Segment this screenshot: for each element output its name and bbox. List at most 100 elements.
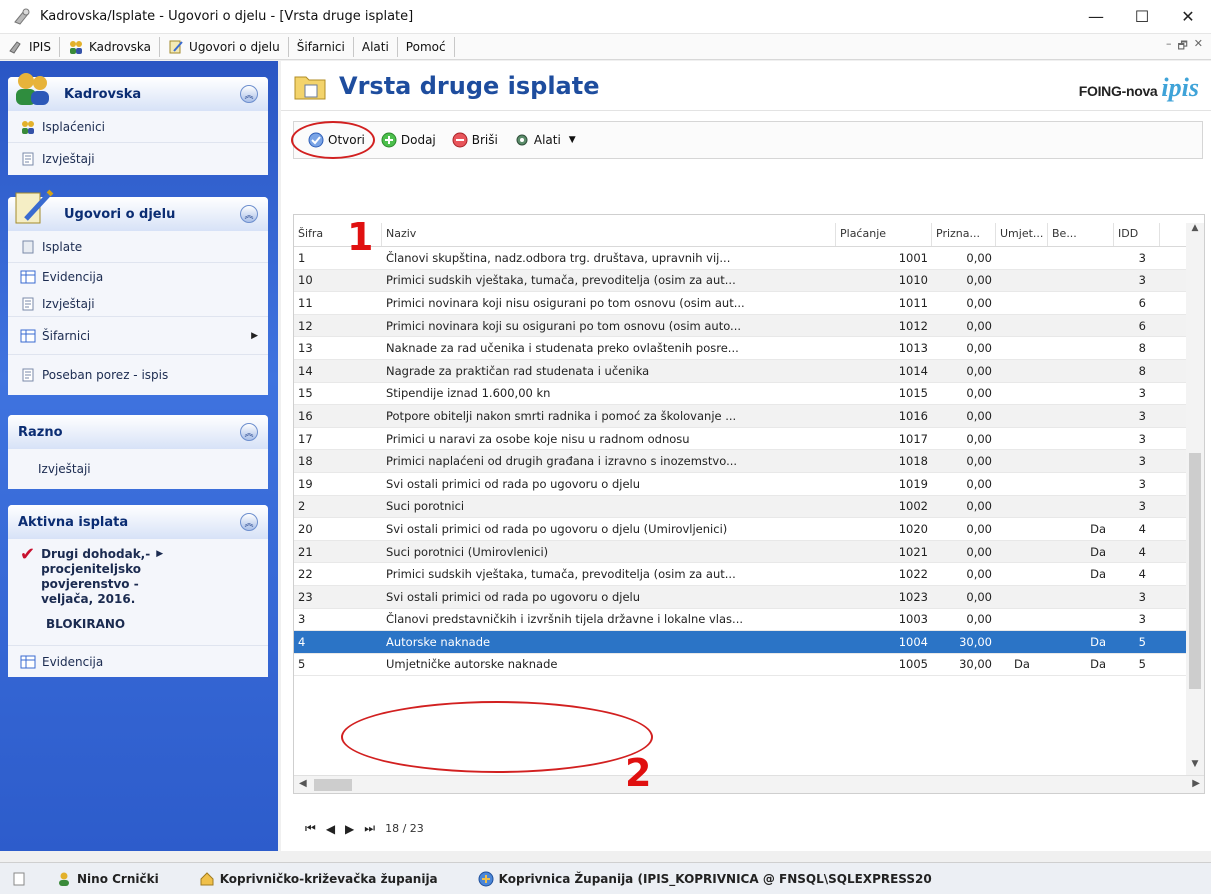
table-row[interactable]: 1 Članovi skupština, nadz.odbora trg. dru… — [294, 247, 1188, 270]
table-row[interactable]: 10 Primici sudskih vještaka, tumača, prev… — [294, 269, 1188, 293]
table-row[interactable]: 3 Članovi predstavničkih i izvršnih tijel… — [294, 609, 1188, 632]
collapse-icon[interactable]: ︽ — [240, 205, 258, 223]
column-umjetnicke[interactable]: Umjet... — [996, 223, 1048, 246]
scroll-thumb[interactable] — [1189, 453, 1201, 689]
cell-naziv: Primici u naravi za osobe koje nisu u ra… — [386, 431, 690, 446]
sidebar-item-evidencija-aktivna[interactable]: Evidencija — [8, 645, 268, 677]
cell-idd: 6 — [1138, 318, 1146, 333]
minimize-button[interactable]: — — [1073, 0, 1119, 34]
report-icon — [22, 368, 34, 382]
table-row[interactable]: 16 Potpore obitelji nakon smrti radnika i… — [294, 405, 1188, 428]
dropdown-arrow-icon[interactable]: ▼ — [569, 135, 576, 145]
cell-naziv: Umjetničke autorske naknade — [386, 657, 558, 672]
cell-naziv: Autorske naknade — [386, 634, 491, 649]
cell-sifra: 11 — [298, 295, 313, 310]
table-row[interactable]: 15 Stipendije iznad 1.600,00 kn 1015 0,00 3 — [294, 383, 1188, 406]
table-row[interactable]: 5 Umjetničke autorske naknade 1005 30,00 Da D… — [294, 654, 1188, 677]
table-row[interactable]: 12 Primici novinara koji su osigurani po … — [294, 314, 1188, 338]
table-row[interactable]: 21 Suci porotnici (Umirovlenici) 1021 0,00 D… — [294, 540, 1188, 564]
table-row[interactable]: 19 Svi ostali primici od rada po ugovoru … — [294, 473, 1188, 496]
table-row[interactable]: 23 Svi ostali primici od rada po ugovoru … — [294, 585, 1188, 609]
horizontal-scrollbar[interactable]: ◀ ▶ — [294, 775, 1204, 793]
sidebar-item-isplacenici[interactable]: Isplaćenici — [8, 111, 268, 143]
scroll-left-icon[interactable]: ◀ — [299, 778, 307, 789]
collapse-icon[interactable]: ︽ — [240, 513, 258, 531]
title-bar: Kadrovska/Isplate - Ugovori o djelu - [V… — [0, 0, 1211, 34]
vertical-scrollbar[interactable]: ▲ ▼ — [1186, 223, 1204, 775]
sidebar-item-izvjestaji-ugovori[interactable]: Izvještaji — [8, 291, 268, 317]
group-kadrovska-header[interactable]: Kadrovska ︽ — [8, 73, 268, 111]
scroll-thumb-horizontal[interactable] — [314, 779, 352, 791]
scroll-up-icon[interactable]: ▲ — [1186, 223, 1204, 239]
mdi-minimize-button[interactable]: – — [1166, 37, 1172, 56]
delete-button[interactable]: Briši — [446, 127, 504, 153]
table-row[interactable]: 20 Svi ostali primici od rada po ugovoru … — [294, 518, 1188, 541]
column-priznati[interactable]: Prizna... — [932, 223, 996, 246]
table-row[interactable]: 2 Suci porotnici 1002 0,00 3 — [294, 495, 1188, 519]
sidebar-item-poseban-porez[interactable]: Poseban porez - ispis — [8, 355, 268, 395]
last-record-button[interactable]: ⏭ — [364, 821, 375, 836]
cell-sifra: 14 — [298, 363, 313, 378]
table-row[interactable]: 11 Primici novinara koji nisu osigurani p… — [294, 292, 1188, 315]
collapse-icon[interactable]: ︽ — [240, 423, 258, 441]
group-aktivna-header[interactable]: Aktivna isplata ︽ — [8, 505, 268, 539]
cell-placanje: 1023 — [898, 589, 928, 604]
table-row[interactable]: 4 Autorske naknade 1004 30,00 Da 5 — [294, 631, 1188, 654]
mdi-close-button[interactable]: ✕ — [1194, 37, 1203, 56]
table-row[interactable]: 18 Primici naplaćeni od drugih građana i … — [294, 450, 1188, 473]
tools-button[interactable]: Alati ▼ — [508, 127, 582, 153]
sidebar-item-sifarnici[interactable]: Šifarnici ▶ — [8, 317, 268, 355]
collapse-icon[interactable]: ︽ — [240, 85, 258, 103]
column-naziv[interactable]: Naziv — [382, 223, 836, 246]
table-row[interactable]: 22 Primici sudskih vještaka, tumača, prev… — [294, 563, 1188, 586]
sidebar-item-izvjestaji[interactable]: Izvještaji — [8, 143, 268, 175]
cell-priznati: 0,00 — [966, 295, 992, 310]
next-record-button[interactable]: ▶ — [345, 822, 354, 836]
cell-idd: 3 — [1138, 476, 1146, 491]
sidebar-item-izvjestaji-razno[interactable]: Izvještaji — [8, 449, 268, 489]
sidebar-item-evidencija[interactable]: Evidencija — [8, 263, 268, 291]
cell-idd: 3 — [1138, 454, 1146, 469]
column-idd[interactable]: IDD — [1114, 223, 1160, 246]
cell-naziv: Članovi skupština, nadz.odbora trg. druš… — [386, 250, 731, 265]
table-row[interactable]: 14 Nagrade za praktičan rad studenata i u… — [294, 359, 1188, 383]
annotation-number-2: 2 — [625, 751, 652, 795]
cell-placanje: 1003 — [898, 612, 928, 627]
cell-idd: 5 — [1138, 634, 1146, 649]
add-button[interactable]: Dodaj — [375, 127, 442, 153]
active-payout[interactable]: ✔ Drugi dohodak,- procjeniteljsko povjer… — [8, 539, 268, 645]
menu-ipis[interactable]: IPIS — [0, 36, 60, 57]
scroll-down-icon[interactable]: ▼ — [1186, 759, 1204, 775]
menu-ugovori[interactable]: Ugovori o djelu — [160, 36, 289, 57]
open-button[interactable]: Otvori — [302, 127, 371, 153]
cell-priznati: 0,00 — [966, 476, 992, 491]
mdi-restore-button[interactable]: 🗗 — [1177, 37, 1187, 56]
first-record-button[interactable]: ⏮ — [305, 821, 316, 836]
status-user: Nino Crnički — [56, 871, 159, 887]
cell-placanje: 1018 — [898, 454, 928, 469]
maximize-button[interactable]: ☐ — [1119, 0, 1165, 34]
sidebar-item-isplate[interactable]: Isplate — [8, 231, 268, 263]
home-icon — [200, 871, 214, 885]
cell-naziv: Potpore obitelji nakon smrti radnika i p… — [386, 408, 737, 423]
tools-icon — [516, 134, 528, 146]
group-ugovori-header[interactable]: Ugovori o djelu ︽ — [8, 189, 268, 231]
scroll-right-icon[interactable]: ▶ — [1192, 778, 1200, 789]
app-icon — [14, 8, 30, 25]
column-placanje[interactable]: Plaćanje — [836, 223, 932, 246]
menu-sifarnici[interactable]: Šifarnici — [289, 36, 354, 57]
column-be[interactable]: Be... — [1048, 223, 1114, 246]
group-razno-header[interactable]: Razno ︽ — [8, 415, 268, 449]
menu-alati[interactable]: Alati — [354, 36, 398, 57]
previous-record-button[interactable]: ◀ — [326, 822, 335, 836]
table-row[interactable]: 13 Naknade za rad učenika i studenata pre… — [294, 337, 1188, 360]
cell-idd: 6 — [1138, 295, 1146, 310]
cell-naziv: Svi ostali primici od rada po ugovoru o … — [386, 476, 641, 491]
cell-naziv: Stipendije iznad 1.600,00 kn — [386, 386, 551, 401]
close-button[interactable]: ✕ — [1165, 0, 1211, 34]
table-row[interactable]: 17 Primici u naravi za osobe koje nisu u … — [294, 428, 1188, 451]
menu-kadrovska[interactable]: Kadrovska — [60, 36, 161, 57]
menu-pomoc[interactable]: Pomoć — [398, 36, 455, 57]
cell-naziv: Svi ostali primici od rada po ugovoru o … — [386, 521, 728, 536]
cell-placanje: 1016 — [898, 408, 928, 423]
